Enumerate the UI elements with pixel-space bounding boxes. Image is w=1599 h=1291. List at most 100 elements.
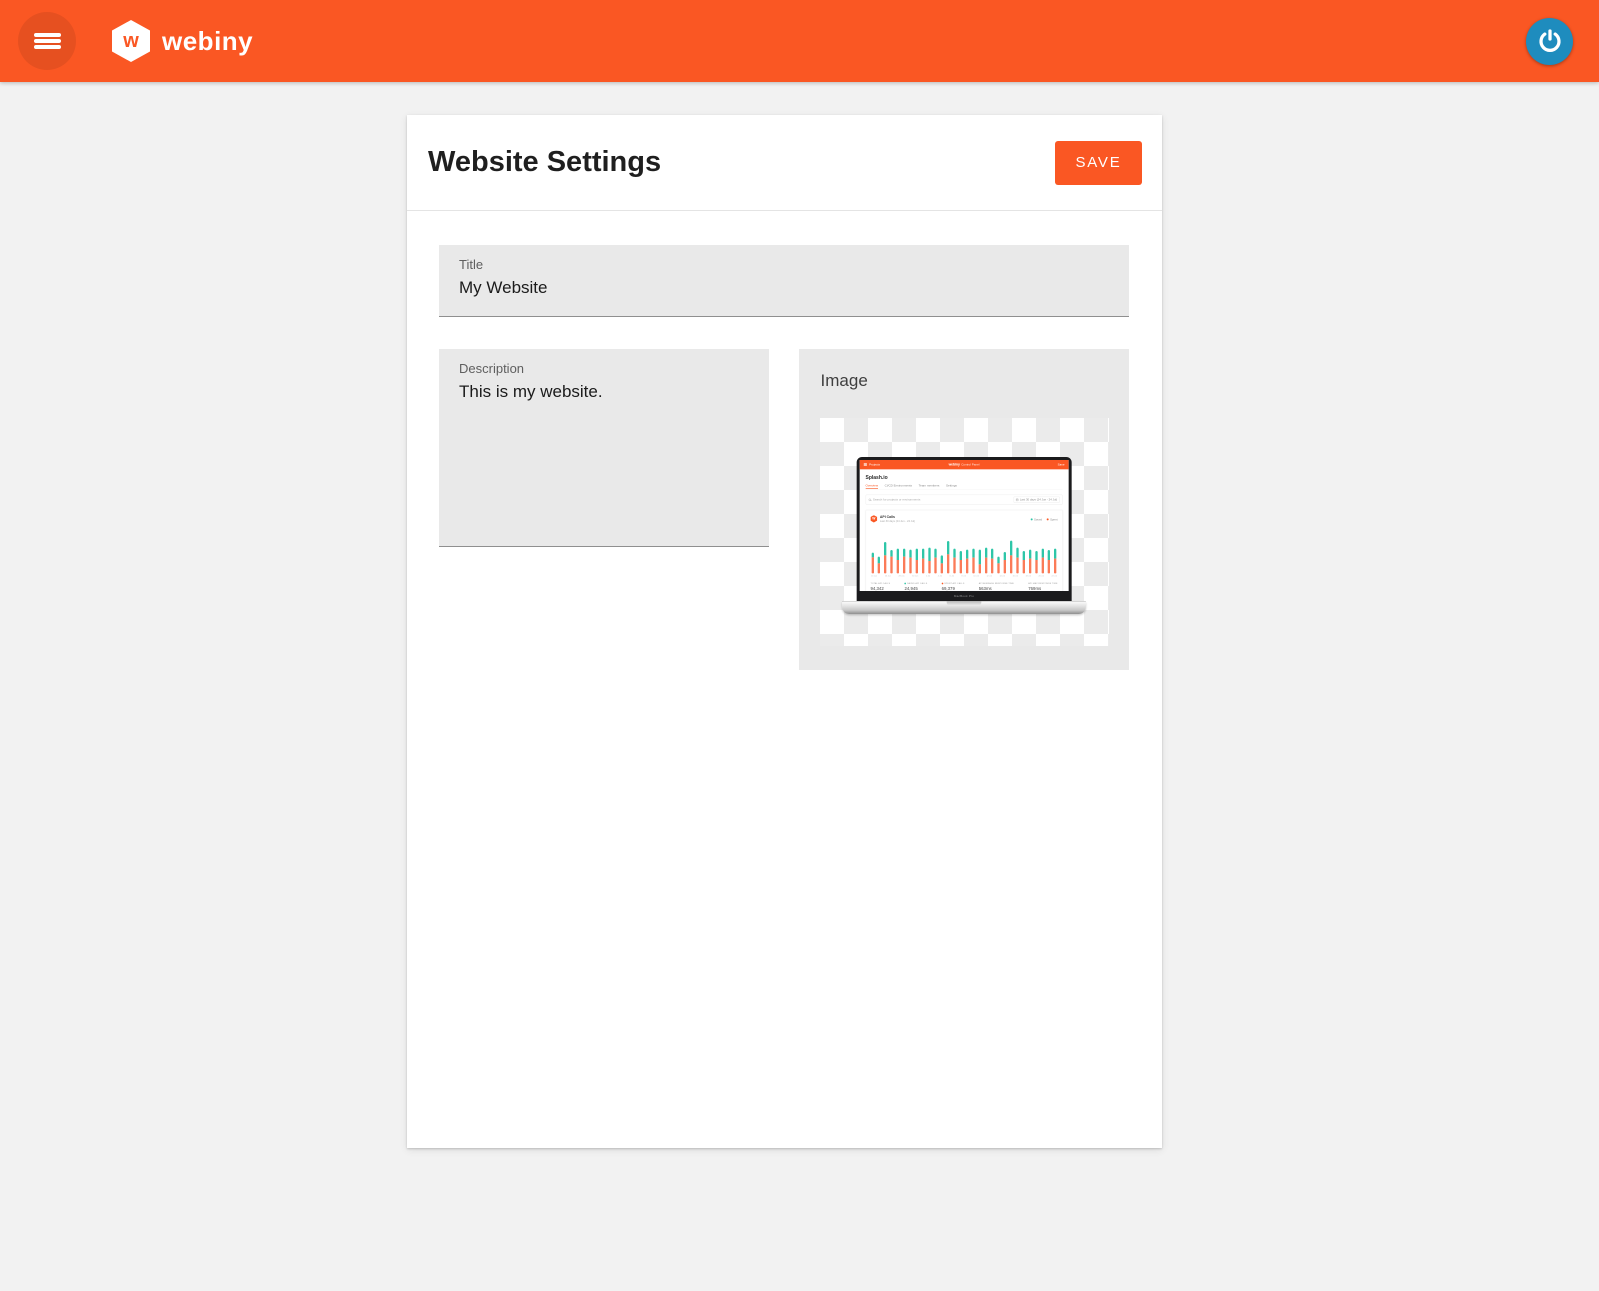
mini-topbar: Projects webinyControl Panel Save <box>859 460 1068 469</box>
bar-segment-spent <box>947 554 949 573</box>
bar-segment-saved <box>884 542 886 555</box>
bar-segment-spent <box>921 559 923 574</box>
mini-date-filter: Last 30 days (24 Jun - 24 Jul) <box>1013 497 1059 503</box>
mini-stat-value: 769ms <box>1028 586 1057 591</box>
mini-bar <box>978 550 980 574</box>
bar-segment-spent <box>934 558 936 574</box>
bar-segment-spent <box>909 558 911 574</box>
mini-hexagon-icon: W <box>870 515 877 522</box>
legend-dot-icon <box>1046 518 1048 520</box>
mini-bar <box>928 548 930 574</box>
description-field[interactable]: Description This is my website. <box>439 349 769 547</box>
bar-segment-spent <box>1054 559 1056 574</box>
mini-bar-chart <box>870 527 1057 574</box>
bar-segment-spent <box>959 560 961 573</box>
description-label: Description <box>459 361 749 376</box>
title-label: Title <box>459 257 1109 272</box>
bar-segment-saved <box>1028 550 1030 559</box>
bar-segment-saved <box>965 550 967 559</box>
title-input[interactable]: My Website <box>459 278 1109 298</box>
hamburger-icon <box>34 31 61 52</box>
bar-segment-spent <box>1022 560 1024 573</box>
mini-bar <box>1022 551 1024 573</box>
bar-segment-spent <box>972 558 974 574</box>
bar-segment-saved <box>928 548 930 561</box>
laptop-screen: Projects webinyControl Panel Save Splash… <box>859 460 1068 591</box>
page-title: Website Settings <box>428 146 1055 179</box>
webiny-wordmark: webiny <box>162 26 253 57</box>
save-button[interactable]: SAVE <box>1055 141 1142 185</box>
mini-x-label: 16 Jul <box>1012 575 1017 577</box>
mini-stat-label: API MAX RESPONSE TIME <box>1028 582 1057 584</box>
bar-segment-saved <box>1022 551 1024 560</box>
mini-bar <box>1047 550 1049 573</box>
bar-segment-saved <box>947 541 949 554</box>
mini-tabs: OverviewCI/CD EnvironmentsTeam membersSe… <box>865 484 1062 490</box>
mini-stat: TOTAL API CALLS 94,342 <box>870 582 890 591</box>
stat-dot-icon <box>941 583 943 585</box>
bar-segment-spent <box>1035 560 1037 573</box>
mini-stat-label-text: TOTAL API CALLS <box>870 582 890 584</box>
mini-stat-value: 69,379 <box>941 586 964 591</box>
mini-bar <box>991 549 993 574</box>
mini-bar <box>972 549 974 574</box>
bar-segment-spent <box>991 559 993 574</box>
stat-dot-icon <box>904 583 906 585</box>
mini-stat: API MAX RESPONSE TIME 769ms <box>1028 582 1057 591</box>
laptop-base <box>842 601 1086 614</box>
webiny-logo[interactable]: w webiny <box>112 20 253 62</box>
form-row: Description This is my website. Image <box>439 349 1129 670</box>
webiny-hexagon-icon: w <box>112 20 150 62</box>
mini-stat-label: SAVED API CALLS <box>904 582 927 584</box>
mini-stat: API AVERAGE RESPONSE TIME 563ms <box>978 582 1013 591</box>
mini-tab: Settings <box>946 484 957 489</box>
bar-segment-spent <box>884 555 886 573</box>
mini-bar <box>1010 541 1012 574</box>
mini-legend-item: Saved <box>1030 516 1041 523</box>
mini-bar <box>940 555 942 573</box>
bar-segment-saved <box>1054 549 1056 559</box>
bar-segment-spent <box>1041 558 1043 574</box>
mini-stat-label-text: SAVED API CALLS <box>907 582 927 584</box>
bar-segment-saved <box>915 549 917 560</box>
bar-segment-spent <box>871 557 873 573</box>
title-field[interactable]: Title My Website <box>439 245 1129 317</box>
mini-bar <box>1028 550 1030 574</box>
legend-dot-icon <box>1030 518 1032 520</box>
mini-bar <box>1003 552 1005 573</box>
mini-bar <box>884 542 886 573</box>
mini-x-label: 10 Jul <box>973 575 978 577</box>
laptop-image: Projects webinyControl Panel Save Splash… <box>842 457 1086 614</box>
power-icon <box>1537 28 1563 54</box>
mini-x-label: 20 Jul <box>1038 575 1043 577</box>
bar-segment-saved <box>1010 541 1012 556</box>
user-avatar[interactable] <box>1526 18 1573 65</box>
mini-x-label: 28 Jun <box>898 575 904 577</box>
mini-stat-value: 563ms <box>978 586 1013 591</box>
image-panel: Image Projects webinyControl Panel <box>799 349 1129 670</box>
bar-segment-saved <box>959 551 961 560</box>
bar-segment-spent <box>984 558 986 574</box>
legend-label: Spent <box>1050 518 1057 521</box>
mini-stat-label-text: API AVERAGE RESPONSE TIME <box>978 582 1013 584</box>
bar-segment-spent <box>997 563 999 573</box>
mini-site-title: Splash.io <box>865 475 1062 481</box>
card-header: Website Settings SAVE <box>407 115 1162 211</box>
bar-segment-saved <box>1041 549 1043 558</box>
mini-bar <box>877 557 879 574</box>
mini-tab: Overview <box>865 484 878 489</box>
mini-x-label: 6 Jul <box>949 575 953 577</box>
mini-bar <box>903 549 905 574</box>
bar-segment-saved <box>1003 552 1005 560</box>
mini-stat: SAVED API CALLS24,945 <box>904 582 927 591</box>
bar-segment-saved <box>1035 551 1037 560</box>
bar-segment-saved <box>991 549 993 559</box>
mini-bar <box>947 541 949 573</box>
mini-x-label: 30 Jun <box>912 575 918 577</box>
page: w webiny Website Settings SAVE Title My … <box>0 0 1599 1291</box>
description-input[interactable]: This is my website. <box>459 382 749 402</box>
image-preview[interactable]: Projects webinyControl Panel Save Splash… <box>820 418 1109 646</box>
mini-stat-value: 94,342 <box>870 586 890 591</box>
menu-button[interactable] <box>18 12 76 70</box>
mini-search-icon <box>868 498 870 500</box>
